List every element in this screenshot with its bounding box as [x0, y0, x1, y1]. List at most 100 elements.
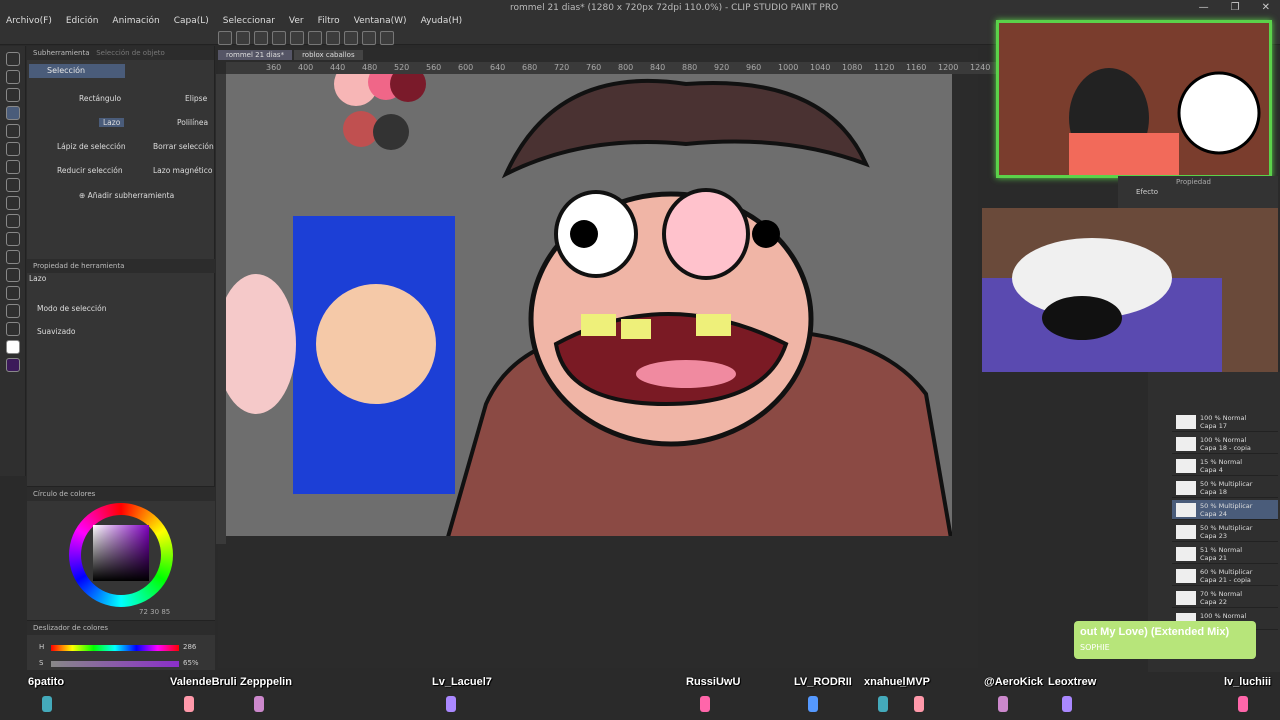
menu-ayuda[interactable]: Ayuda(H) [421, 16, 463, 26]
ruler-tick: 840 [650, 63, 666, 72]
save-icon[interactable] [254, 31, 268, 45]
tab-roblox[interactable]: roblox caballos [294, 50, 363, 60]
ruler-vertical [216, 74, 226, 544]
layer-row[interactable]: 100 % Normal Capa 17 [1172, 412, 1278, 432]
subtool-lapiz-seleccion[interactable]: Lápiz de selección [57, 142, 126, 151]
ruler-tick: 600 [458, 63, 474, 72]
palette-swatch-black [373, 114, 409, 150]
subtool-lazo-magnetico[interactable]: Lazo magnético [153, 166, 212, 175]
layer-thumbnail [1176, 547, 1196, 561]
ruler-tick: 480 [362, 63, 378, 72]
layer-blend: 50 % Multiplicar [1200, 480, 1253, 488]
color-wheel-header: Círculo de colores [27, 487, 215, 501]
minimize-button[interactable]: — [1199, 2, 1209, 13]
transform-icon[interactable] [308, 31, 322, 45]
snap-icon[interactable] [362, 31, 376, 45]
layer-blend: 50 % Multiplicar [1200, 524, 1253, 532]
sub-color-swatch[interactable] [5, 358, 20, 372]
menu-ver[interactable]: Ver [289, 16, 304, 26]
property-header: Propiedad [1176, 178, 1211, 186]
saturation-slider[interactable] [51, 661, 179, 667]
tool-property-name: Lazo [29, 274, 47, 283]
undo-icon[interactable] [272, 31, 286, 45]
layer-blend: 60 % Multiplicar [1200, 568, 1253, 576]
hue-slider[interactable] [51, 645, 179, 651]
hand-icon[interactable] [5, 70, 20, 84]
ruler-tick: 960 [746, 63, 762, 72]
now-playing-title: out My Love) (Extended Mix) [1080, 626, 1230, 638]
deselect-icon[interactable] [326, 31, 340, 45]
menu-seleccionar[interactable]: Seleccionar [223, 16, 275, 26]
menu-edicion[interactable]: Edición [66, 16, 99, 26]
chat-user: RussiUwU [686, 676, 741, 688]
open-icon[interactable] [236, 31, 250, 45]
pen-icon[interactable] [5, 142, 20, 156]
saturation-square[interactable] [93, 525, 149, 581]
move-icon[interactable] [5, 88, 20, 102]
layer-row[interactable]: 50 % Multiplicar Capa 24 [1172, 500, 1278, 520]
text-icon[interactable] [5, 286, 20, 300]
maximize-button[interactable]: ❐ [1231, 2, 1240, 13]
layer-thumbnail [1176, 459, 1196, 473]
layer-row[interactable]: 15 % Normal Capa 4 [1172, 456, 1278, 476]
layer-name: Capa 21 - copia [1200, 576, 1251, 584]
layer-row[interactable]: 70 % Normal Capa 22 [1172, 588, 1278, 608]
subtool-lazo[interactable]: Lazo [99, 118, 125, 127]
chat-user: 6patito [28, 676, 65, 688]
lasso-icon[interactable] [5, 106, 20, 120]
layer-name: Capa 18 - copia [1200, 444, 1251, 452]
menu-filtro[interactable]: Filtro [318, 16, 340, 26]
correct-line-icon[interactable] [5, 322, 20, 336]
layer-blend: 51 % Normal [1200, 546, 1243, 554]
layer-row[interactable]: 50 % Multiplicar Capa 23 [1172, 522, 1278, 542]
figure-icon[interactable] [5, 268, 20, 282]
color-slider-panel: Deslizador de colores H 286 S 65% [27, 620, 215, 670]
layer-row[interactable]: 51 % Normal Capa 21 [1172, 544, 1278, 564]
subtool-rectangulo[interactable]: Rectángulo [79, 94, 121, 103]
layer-thumbnail [1176, 437, 1196, 451]
layer-blend: 100 % Normal [1200, 414, 1247, 422]
eraser-icon[interactable] [5, 214, 20, 228]
menu-archivo[interactable]: Archivo(F) [6, 16, 52, 26]
layer-info: 60 % Multiplicar Capa 21 - copia [1200, 568, 1252, 584]
brush-icon[interactable] [5, 178, 20, 192]
drawing-canvas[interactable] [226, 74, 952, 536]
new-icon[interactable] [218, 31, 232, 45]
pencil-icon[interactable] [5, 160, 20, 174]
character-eye-right [662, 188, 750, 280]
layer-row[interactable]: 60 % Multiplicar Capa 21 - copia [1172, 566, 1278, 586]
balloon-icon[interactable] [5, 304, 20, 318]
layer-row[interactable]: 50 % Multiplicar Capa 18 [1172, 478, 1278, 498]
ruler-snap-icon[interactable] [380, 31, 394, 45]
subtool-polilinea[interactable]: Polilínea [177, 118, 208, 127]
main-color-swatch[interactable] [5, 340, 20, 354]
window-controls: — ❐ ✕ [1199, 2, 1270, 13]
gradient-icon[interactable] [5, 250, 20, 264]
menu-ventana[interactable]: Ventana(W) [354, 16, 407, 26]
menu-capa[interactable]: Capa(L) [174, 16, 209, 26]
close-button[interactable]: ✕ [1262, 2, 1270, 13]
color-slider-header: Deslizador de colores [27, 621, 215, 635]
tab-rommel[interactable]: rommel 21 dias* [218, 50, 293, 60]
layer-name: Capa 18 [1200, 488, 1227, 496]
eyedropper-icon[interactable] [5, 124, 20, 138]
airbrush-icon[interactable] [5, 196, 20, 210]
ruler-tick: 1040 [810, 63, 831, 72]
add-subtool-button[interactable]: ⊕ Añadir subherramienta [79, 191, 174, 200]
zoom-icon[interactable] [5, 52, 20, 66]
chat-avatar [1238, 696, 1248, 712]
layer-info: 100 % Normal Capa 18 - copia [1200, 436, 1251, 452]
menu-animacion[interactable]: Animación [112, 16, 159, 26]
layer-row[interactable]: 100 % Normal Capa 18 - copia [1172, 434, 1278, 454]
chat-user: lv_luchiii [1224, 676, 1272, 688]
subtool-reducir-seleccion[interactable]: Reducir selección [57, 166, 123, 175]
redo-icon[interactable] [290, 31, 304, 45]
fill-icon[interactable] [5, 232, 20, 246]
tab-seleccion[interactable]: Selección [29, 64, 125, 78]
tool-property-header: Propiedad de herramienta [27, 259, 215, 273]
subtool-borrar-seleccion[interactable]: Borrar selección [153, 142, 214, 151]
saturation-label: S [39, 659, 44, 667]
invert-selection-icon[interactable] [344, 31, 358, 45]
subtool-elipse[interactable]: Elipse [185, 94, 207, 103]
now-playing-artist: SOPHIE [1080, 643, 1110, 652]
